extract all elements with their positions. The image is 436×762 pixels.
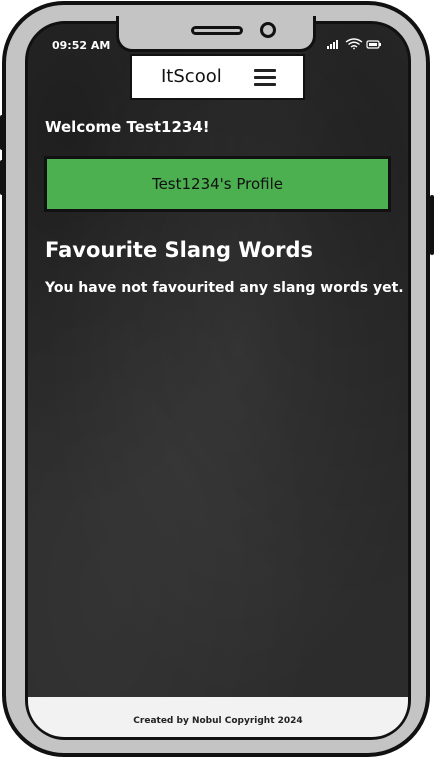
power-button [430,195,434,255]
empty-favourites-message: You have not favourited any slang words … [45,280,404,296]
signal-icon [327,40,338,49]
footer: Created by Nobul Copyright 2024 [28,697,408,737]
profile-button[interactable]: Test1234's Profile [44,156,391,212]
status-time: 09:52 AM [52,39,111,52]
front-camera [260,22,276,38]
speaker-grille [191,26,243,35]
volume-up-button [0,115,4,150]
favourites-heading: Favourite Slang Words [45,238,314,262]
wifi-icon [345,38,363,50]
footer-copyright: Created by Nobul Copyright 2024 [133,716,303,726]
notch [116,16,316,52]
status-icons [327,38,381,50]
app-title: ItScool [161,66,222,87]
battery-icon [366,40,381,49]
app-header: ItScool [130,54,305,100]
hamburger-menu-icon[interactable] [254,68,278,88]
welcome-text: Welcome Test1234! [45,118,210,136]
volume-down-button [0,160,4,195]
